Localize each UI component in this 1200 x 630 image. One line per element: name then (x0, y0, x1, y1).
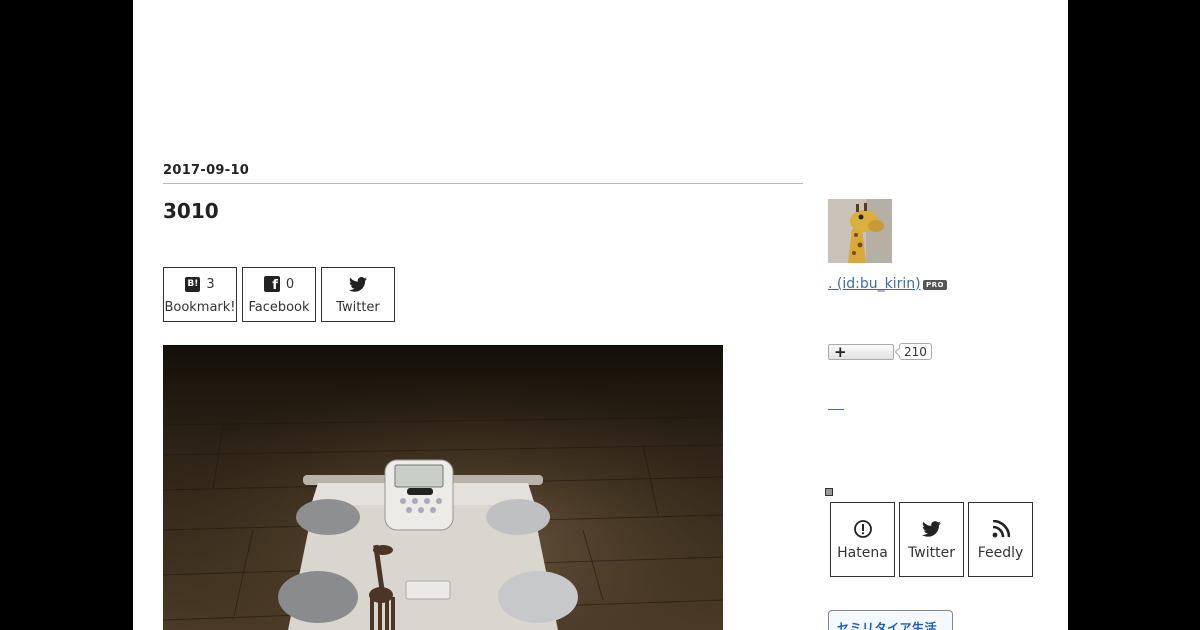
facebook-share-button[interactable]: f 0 Facebook (242, 267, 316, 322)
twitter-follow-button[interactable]: Twitter (899, 502, 964, 577)
feedly-subscribe-button[interactable]: Feedly (968, 502, 1033, 577)
twitter-share-button[interactable]: Twitter (321, 267, 395, 322)
profile-id-link[interactable]: . (id:bu_kirin) (828, 276, 921, 292)
facebook-label: Facebook (248, 300, 310, 315)
subscribe-reader-button[interactable]: + (828, 344, 894, 360)
facebook-count: 0 (285, 276, 295, 292)
bookmark-count: 3 (206, 276, 215, 292)
twitter-icon (922, 520, 941, 537)
share-buttons: B! 3 Bookmark! f 0 Facebook Twitter (163, 267, 395, 322)
feedly-label: Feedly (977, 544, 1024, 561)
hatena-subscribe-button[interactable]: Hatena (830, 502, 895, 577)
hatena-label: Hatena (837, 544, 888, 561)
hatena-bookmark-icon: B! (185, 276, 201, 292)
reader-count: 210 (899, 343, 932, 360)
plus-icon: + (834, 342, 847, 361)
about-link[interactable] (828, 400, 844, 410)
twitter-label: Twitter (336, 300, 380, 315)
subscribe-buttons: Hatena Twitter Feedly (830, 502, 1033, 577)
entry-title[interactable]: 3010 (163, 199, 219, 223)
twitter-icon (349, 276, 367, 292)
bookmark-label: Bookmark! (164, 300, 236, 315)
hatena-bookmark-button[interactable]: B! 3 Bookmark! (163, 267, 237, 322)
pro-badge: PRO (923, 280, 947, 290)
rss-icon (992, 519, 1010, 537)
twitter-follow-label: Twitter (908, 544, 955, 561)
hatena-icon (853, 519, 872, 538)
profile-avatar[interactable] (828, 199, 892, 263)
blog-page: 2017-09-10 3010 B! 3 Bookmark! f 0 Faceb… (133, 0, 1068, 630)
blog-banner[interactable]: セミリタイア生活 (828, 610, 953, 630)
banner-text: セミリタイア生活 (837, 621, 938, 630)
entry-photo (163, 345, 723, 630)
facebook-icon: f (263, 276, 280, 292)
broken-image-icon (825, 488, 833, 496)
entry-date[interactable]: 2017-09-10 (163, 163, 803, 184)
